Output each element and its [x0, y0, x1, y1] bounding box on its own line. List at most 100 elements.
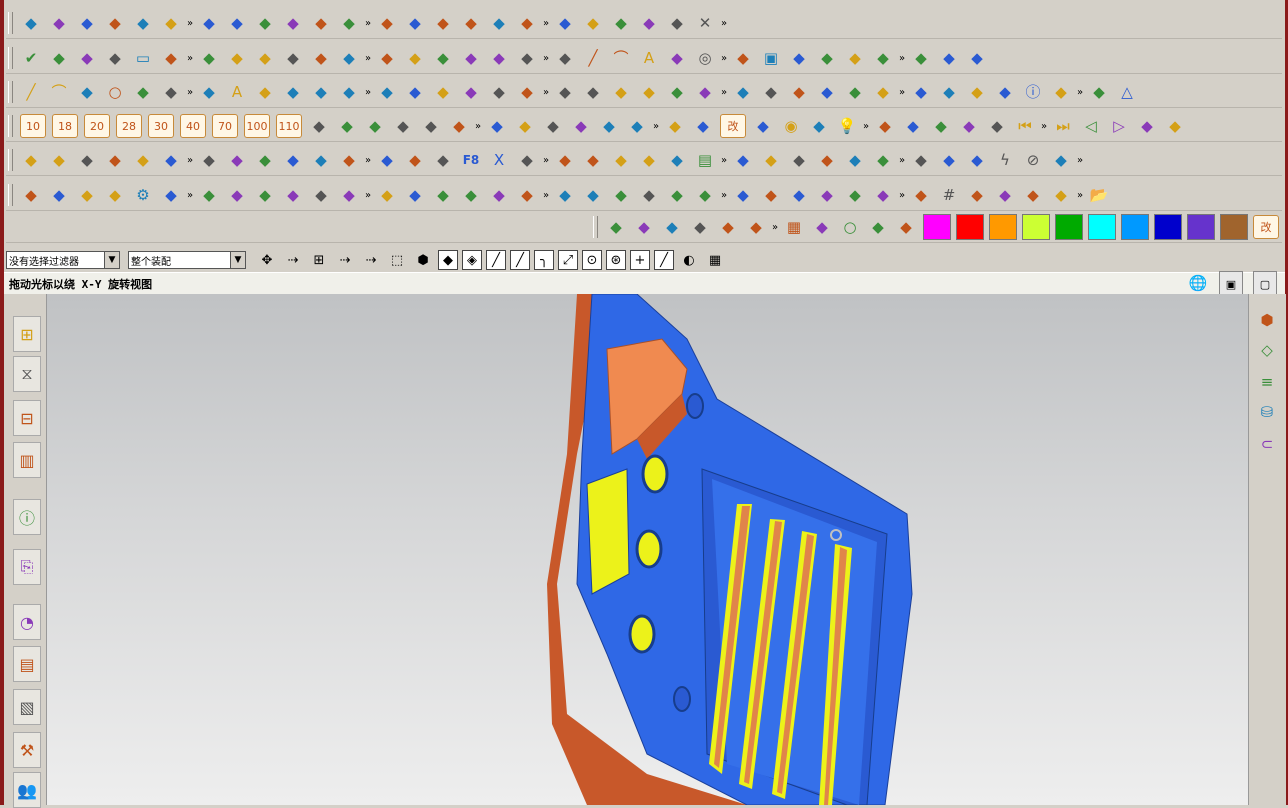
i-beam-icon[interactable]: ◆ [810, 215, 834, 239]
roles-icon[interactable]: 👥 [13, 772, 41, 808]
spring-icon[interactable]: ◆ [375, 183, 399, 207]
chevron-right-icon[interactable]: » [541, 155, 551, 166]
pen-icon[interactable]: ◆ [253, 46, 277, 70]
toolbar-grip[interactable] [8, 81, 13, 103]
chevron-right-icon[interactable]: » [363, 87, 373, 98]
end-point-icon[interactable]: ╱ [486, 250, 506, 270]
size-button-30[interactable]: 30 [148, 114, 174, 138]
bulbs3-icon[interactable]: ◆ [957, 114, 981, 138]
cube-f-icon[interactable]: ◆ [637, 11, 661, 35]
flat-icon[interactable]: ◆ [375, 46, 399, 70]
brush2-icon[interactable]: ◆ [965, 148, 989, 172]
chevron-right-icon[interactable]: » [1075, 190, 1085, 201]
rect-icon[interactable]: ▭ [131, 46, 155, 70]
arch-icon[interactable]: ◆ [447, 114, 471, 138]
color-swatch[interactable] [1021, 214, 1050, 240]
corner2-icon[interactable]: ◆ [637, 183, 661, 207]
brush-icon[interactable]: ◆ [843, 80, 867, 104]
stripes-icon[interactable]: ◆ [909, 183, 933, 207]
half-icon[interactable]: ◆ [225, 46, 249, 70]
filter-icon[interactable]: ✥ [256, 248, 278, 272]
grid-icon[interactable]: ◆ [75, 46, 99, 70]
doc-icon[interactable]: ▤ [693, 148, 717, 172]
cylinders-icon[interactable]: ◆ [581, 80, 605, 104]
frame2-icon[interactable]: ◆ [515, 183, 539, 207]
toolbar-grip[interactable] [593, 216, 598, 238]
flag-icon[interactable]: ◆ [403, 80, 427, 104]
pieces-icon[interactable]: ◆ [894, 215, 918, 239]
bulb-icon[interactable]: 💡 [835, 114, 859, 138]
color-swatch[interactable] [1186, 214, 1215, 240]
axis-icon[interactable]: ◆ [103, 46, 127, 70]
spray-icon[interactable]: ◆ [909, 148, 933, 172]
document-icon[interactable]: ⎘ [13, 549, 41, 585]
chevron-right-icon[interactable]: » [185, 87, 195, 98]
chevron-down-icon[interactable]: ▼ [104, 252, 119, 268]
palette-icon[interactable]: ◆ [131, 148, 155, 172]
plate-icon[interactable]: ◆ [431, 46, 455, 70]
chevron-right-icon[interactable]: » [897, 53, 907, 64]
step-icon[interactable]: ◆ [691, 114, 715, 138]
layer-icon[interactable]: ◆ [47, 11, 71, 35]
chevron-right-icon[interactable]: » [719, 87, 729, 98]
grab-icon[interactable]: ⇢ [334, 248, 356, 272]
cube-e-icon[interactable]: ◆ [609, 11, 633, 35]
corner-icon[interactable]: ◆ [541, 114, 565, 138]
chevron-right-icon[interactable]: » [541, 53, 551, 64]
wave-icon[interactable]: ◆ [253, 11, 277, 35]
shaded-view-icon[interactable]: ◇ [1255, 338, 1279, 362]
cube3d-icon[interactable]: ◆ [103, 148, 127, 172]
hammer-icon[interactable]: ◆ [731, 46, 755, 70]
text-icon[interactable]: A [637, 46, 661, 70]
bar2-icon[interactable]: ◆ [459, 183, 483, 207]
chevron-right-icon[interactable]: » [719, 53, 729, 64]
color-swatch[interactable] [1054, 214, 1083, 240]
lasso-icon[interactable]: ⇢ [360, 248, 382, 272]
size-button-18[interactable]: 18 [52, 114, 78, 138]
wand-icon[interactable]: ◆ [581, 148, 605, 172]
pi-icon[interactable]: ◆ [337, 183, 361, 207]
chevron-right-icon[interactable]: » [1039, 121, 1049, 132]
hook2-icon[interactable]: ◆ [787, 183, 811, 207]
pin-icon[interactable]: ◆ [253, 80, 277, 104]
bracket-icon[interactable]: ◆ [307, 114, 331, 138]
folder-icon[interactable]: 📂 [1087, 183, 1111, 207]
table-icon[interactable]: ◆ [759, 183, 783, 207]
curve-s-icon[interactable]: ◆ [665, 148, 689, 172]
cube-g-icon[interactable]: ◆ [665, 11, 689, 35]
eye-icon[interactable]: ◉ [779, 114, 803, 138]
diamond-red-icon[interactable]: ◆ [871, 148, 895, 172]
square-icon[interactable]: ◆ [225, 148, 249, 172]
pick-icon[interactable]: ⊞ [308, 248, 330, 272]
globe-icon[interactable]: ◎ [693, 46, 717, 70]
hash-icon[interactable]: # [937, 183, 961, 207]
pencil-icon[interactable]: ◆ [281, 80, 305, 104]
trim-icon[interactable]: ◆ [637, 148, 661, 172]
points-icon[interactable]: ◆ [438, 250, 458, 270]
toolbar-grip[interactable] [8, 115, 13, 137]
toolbar-grip[interactable] [8, 149, 13, 171]
reuse-library-icon[interactable]: ▥ [13, 442, 41, 478]
chevron-right-icon[interactable]: » [363, 53, 373, 64]
table-icon[interactable]: ▦ [704, 248, 726, 272]
triangle-icon[interactable]: △ [1115, 80, 1139, 104]
modify-button[interactable]: 改 [1253, 215, 1279, 239]
no-icon[interactable]: ◆ [431, 11, 455, 35]
half-round-icon[interactable]: ◆ [866, 215, 890, 239]
slab-icon[interactable]: ◆ [431, 80, 455, 104]
grid-move-icon[interactable]: ◆ [47, 183, 71, 207]
pipe-view-icon[interactable]: ⊂ [1255, 432, 1279, 456]
color-swatch[interactable] [1120, 214, 1149, 240]
color-swatch[interactable] [955, 214, 984, 240]
door2-icon[interactable]: ◆ [431, 183, 455, 207]
color-swatch[interactable] [922, 214, 951, 240]
cup-icon[interactable]: ◆ [553, 80, 577, 104]
bulbs2-icon[interactable]: ◆ [929, 114, 953, 138]
size-button-10[interactable]: 10 [20, 114, 46, 138]
person-icon[interactable]: ◆ [807, 114, 831, 138]
size-button-40[interactable]: 40 [180, 114, 206, 138]
cross-hair-icon[interactable]: ◆ [403, 148, 427, 172]
intersect-icon[interactable]: ⤢ [558, 250, 578, 270]
size-button-20[interactable]: 20 [84, 114, 110, 138]
bowl-icon[interactable]: ◆ [815, 80, 839, 104]
